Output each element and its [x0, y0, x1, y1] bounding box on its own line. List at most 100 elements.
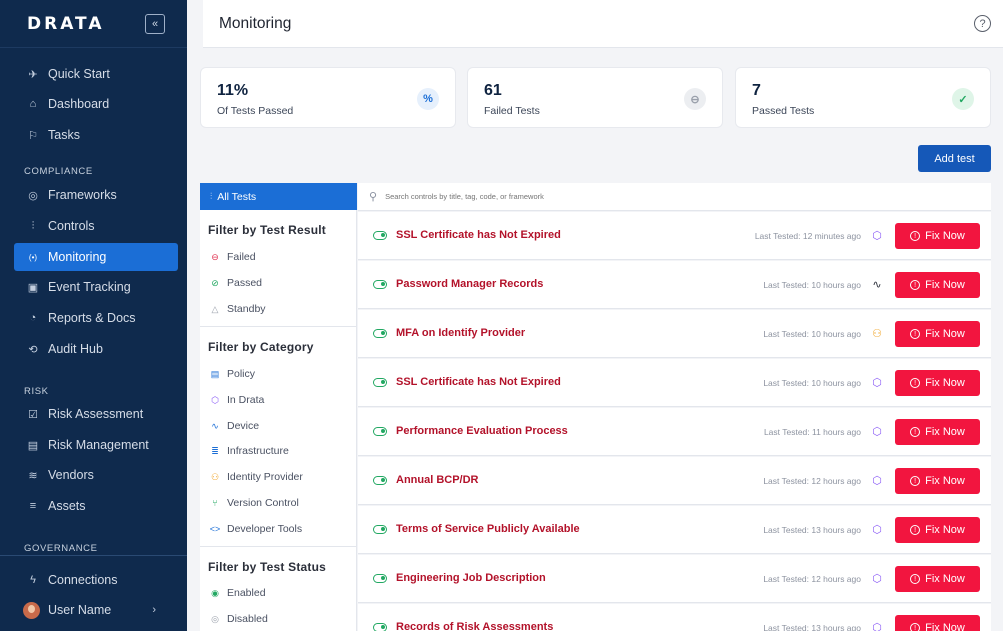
filter-option-infrastructure[interactable]: ≣ Infrastructure: [208, 445, 289, 457]
test-row[interactable]: SSL Certificate has Not Expired Last Test…: [358, 359, 991, 407]
test-name[interactable]: Password Manager Records: [396, 278, 543, 290]
toggle-on-icon[interactable]: [373, 623, 387, 631]
cube-icon: ⬡: [872, 523, 882, 536]
sidebar-item-risk-assessment[interactable]: ☑ Risk Assessment: [14, 400, 178, 428]
test-name[interactable]: Records of Risk Assessments: [396, 621, 553, 631]
sidebar-item-reports-docs[interactable]: ◔ Reports & Docs: [14, 304, 178, 332]
test-name[interactable]: MFA on Identify Provider: [396, 327, 525, 339]
toggle-on-icon[interactable]: [373, 427, 387, 436]
toggle-on-icon[interactable]: [373, 476, 387, 485]
filter-all-tests[interactable]: ⫶ All Tests: [200, 183, 357, 210]
last-tested: Last Tested: 12 minutes ago: [754, 231, 861, 241]
fix-now-button[interactable]: ! Fix Now: [895, 419, 980, 445]
sidebar-item-label: Risk Assessment: [48, 407, 144, 421]
filter-divider: [200, 546, 357, 547]
alert-icon: !: [910, 574, 921, 584]
lightning-icon: ϟ: [30, 574, 36, 586]
cube-icon: ⬡: [872, 621, 882, 631]
cube-icon: ⬡: [872, 376, 882, 389]
test-row[interactable]: Password Manager Records Last Tested: 10 …: [358, 261, 991, 309]
sidebar-item-audit-hub[interactable]: ⟲ Audit Hub: [14, 335, 178, 363]
test-row[interactable]: Terms of Service Publicly Available Last …: [358, 506, 991, 554]
minus-circle-icon: ⊖: [211, 251, 219, 262]
fix-now-button[interactable]: ! Fix Now: [895, 370, 980, 396]
filter-option-label: Identity Provider: [227, 471, 303, 483]
filter-option-in-drata[interactable]: ⬡ In Drata: [208, 394, 264, 406]
test-row[interactable]: Annual BCP/DR Last Tested: 12 hours ago ⬡!…: [358, 457, 991, 505]
alert-icon: !: [910, 427, 921, 437]
fix-now-button[interactable]: ! Fix Now: [895, 223, 980, 249]
test-row[interactable]: MFA on Identify Provider Last Tested: 10 …: [358, 310, 991, 358]
last-tested: Last Tested: 12 hours ago: [763, 476, 861, 486]
sidebar-divider: [0, 555, 187, 556]
filter-option-label: Developer Tools: [227, 523, 303, 535]
sidebar-item-vendors[interactable]: ≋ Vendors: [14, 461, 178, 489]
home-icon: ⌂: [29, 98, 37, 110]
triangle-icon: △: [211, 303, 219, 314]
toggle-on-icon[interactable]: [373, 525, 387, 534]
user-menu[interactable]: User Name ›: [14, 596, 178, 624]
test-row[interactable]: Records of Risk Assessments Last Tested: …: [358, 604, 991, 631]
filter-option-standby[interactable]: △ Standby: [208, 303, 266, 315]
toggle-on-icon[interactable]: [373, 329, 387, 338]
section-compliance: COMPLIANCE: [24, 166, 93, 177]
sidebar-item-connections[interactable]: ϟ Connections: [14, 566, 178, 594]
fix-now-button[interactable]: ! Fix Now: [895, 615, 980, 631]
filter-option-passed[interactable]: ⊘ Passed: [208, 277, 262, 289]
filter-option-device[interactable]: ∿ Device: [208, 420, 259, 432]
sidebar-item-controls[interactable]: ⫶ Controls: [14, 212, 178, 240]
test-name[interactable]: Annual BCP/DR: [396, 474, 479, 486]
sidebar-item-dashboard[interactable]: ⌂ Dashboard: [14, 90, 178, 118]
filter-option-policy[interactable]: ▤ Policy: [208, 368, 255, 380]
toggle-on-icon[interactable]: [373, 574, 387, 583]
help-icon[interactable]: ?: [974, 15, 991, 32]
filter-option-label: Device: [227, 420, 260, 432]
sidebar-item-label: Dashboard: [48, 97, 110, 111]
fix-now-button[interactable]: ! Fix Now: [895, 272, 980, 298]
filter-option-developer-tools[interactable]: <> Developer Tools: [208, 523, 302, 535]
fix-now-button[interactable]: ! Fix Now: [895, 517, 980, 543]
avatar: [23, 601, 40, 619]
test-name[interactable]: Engineering Job Description: [396, 572, 546, 584]
filter-option-version-control[interactable]: ⑂ Version Control: [208, 497, 299, 509]
toggle-on-icon[interactable]: [373, 231, 387, 240]
filter-option-failed[interactable]: ⊖ Failed: [208, 251, 255, 263]
search-input[interactable]: [385, 192, 786, 201]
test-name[interactable]: Performance Evaluation Process: [396, 425, 568, 437]
filter-heading-category: Filter by Category: [208, 340, 314, 354]
fix-now-label: Fix Now: [925, 524, 965, 536]
test-name[interactable]: SSL Certificate has Not Expired: [396, 229, 561, 241]
check-circle-icon: ⊘: [211, 277, 219, 288]
filter-option-enabled[interactable]: ◉ Enabled: [208, 587, 265, 599]
filter-option-label: In Drata: [227, 394, 265, 406]
sidebar-item-monitoring[interactable]: (•) Monitoring: [14, 243, 178, 271]
test-name[interactable]: SSL Certificate has Not Expired: [396, 376, 561, 388]
fix-now-button[interactable]: ! Fix Now: [895, 566, 980, 592]
filter-option-identity-provider[interactable]: ⚇ Identity Provider: [208, 471, 303, 483]
test-row[interactable]: Engineering Job Description Last Tested: …: [358, 555, 991, 603]
collapse-sidebar-button[interactable]: «: [145, 13, 165, 34]
sidebar-item-assets[interactable]: ≡ Assets: [14, 492, 178, 520]
add-test-button[interactable]: Add test: [918, 145, 991, 172]
toggle-on-icon[interactable]: [373, 378, 387, 387]
sidebar-item-tasks[interactable]: ⚐ Tasks: [14, 121, 178, 149]
toggle-on-icon[interactable]: [373, 280, 387, 289]
sidebar-item-label: Vendors: [48, 468, 94, 482]
fix-now-button[interactable]: ! Fix Now: [895, 321, 980, 347]
alert-icon: !: [910, 280, 921, 290]
page-title: Monitoring: [219, 14, 292, 32]
section-governance: GOVERNANCE: [24, 543, 98, 554]
fix-now-label: Fix Now: [925, 475, 965, 487]
sidebar-item-label: Assets: [48, 499, 86, 513]
test-name[interactable]: Terms of Service Publicly Available: [396, 523, 580, 535]
test-row[interactable]: Performance Evaluation Process Last Teste…: [358, 408, 991, 456]
sidebar-item-quick-start[interactable]: ✈ Quick Start: [14, 60, 178, 88]
filter-option-disabled[interactable]: ◎ Disabled: [208, 613, 268, 625]
server-icon: ≣: [211, 445, 219, 456]
sidebar-item-event-tracking[interactable]: ▣ Event Tracking: [14, 273, 178, 301]
test-row[interactable]: SSL Certificate has Not Expired Last Test…: [358, 212, 991, 260]
fix-now-button[interactable]: ! Fix Now: [895, 468, 980, 494]
sidebar-item-risk-management[interactable]: ▤ Risk Management: [14, 431, 178, 459]
sidebar-item-frameworks[interactable]: ◎ Frameworks: [14, 181, 178, 209]
stat-label: Of Tests Passed: [217, 105, 294, 117]
